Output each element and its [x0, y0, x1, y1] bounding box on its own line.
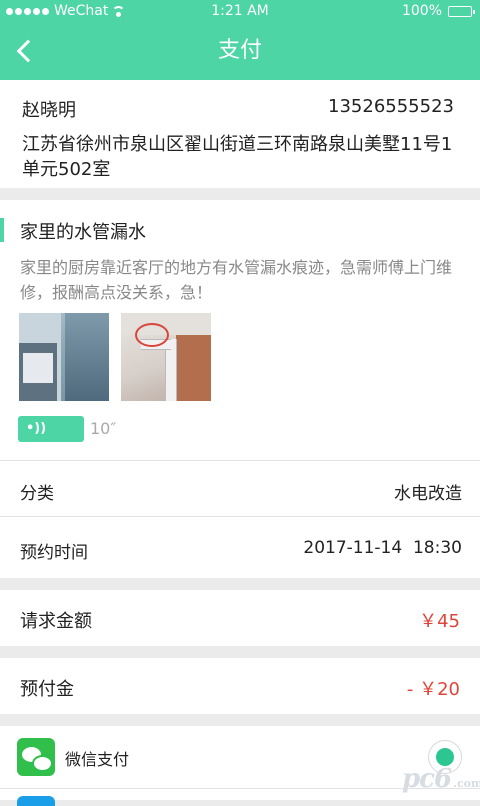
- voice-duration: 10″: [90, 419, 117, 438]
- category-value: 水电改造: [394, 484, 462, 504]
- header: WeChat 1:21 AM 100% 支付: [0, 0, 480, 80]
- divider: [0, 516, 480, 517]
- watermark-logo: pc6 .com: [402, 764, 480, 794]
- deposit-label: 预付金: [20, 679, 74, 700]
- alipay-icon: [17, 796, 55, 806]
- deposit-value: - ￥20: [406, 679, 460, 700]
- appointment-time-value: 2017-11-14 18:30: [303, 538, 462, 558]
- deposit-row: 预付金 - ￥20: [0, 658, 480, 714]
- request-amount-value: ￥45: [419, 611, 460, 632]
- page-title: 支付: [217, 38, 262, 63]
- order-photo-2[interactable]: [121, 313, 211, 401]
- battery-icon: [448, 5, 475, 17]
- status-right: 100%: [401, 0, 475, 22]
- contact-address: 江苏省徐州市泉山区翟山街道三环南路泉山美墅11号1单元502室: [22, 134, 453, 180]
- voice-message-button[interactable]: •)): [18, 416, 84, 442]
- order-title: 家里的水管漏水: [20, 222, 146, 243]
- battery-percent: 100%: [401, 3, 442, 19]
- wechat-pay-icon: [17, 738, 55, 776]
- watermark-sub: .com: [453, 777, 480, 790]
- voice-wave-icon: •)): [26, 421, 47, 436]
- contact-phone: 13526555523: [328, 96, 454, 117]
- appointment-time-label: 预约时间: [20, 543, 88, 563]
- category-label: 分类: [20, 484, 54, 504]
- order-photo-1[interactable]: [19, 313, 109, 401]
- watermark-text: pc6: [402, 764, 452, 794]
- wechat-pay-label: 微信支付: [65, 750, 130, 769]
- divider: [0, 460, 480, 461]
- title-accent-bar: [0, 218, 4, 242]
- order-card: 家里的水管漏水 家里的厨房靠近客厅的地方有水管漏水痕迹，急需师傅上门维修，报酬高…: [0, 200, 480, 578]
- status-bar: WeChat 1:21 AM 100%: [0, 0, 480, 22]
- contact-name: 赵晓明: [22, 100, 76, 121]
- request-amount-row: 请求金额 ￥45: [0, 590, 480, 646]
- request-amount-label: 请求金额: [20, 611, 92, 632]
- address-card[interactable]: 赵晓明 13526555523 江苏省徐州市泉山区翟山街道三环南路泉山美墅11号…: [0, 80, 480, 188]
- order-description: 家里的厨房靠近客厅的地方有水管漏水痕迹，急需师傅上门维修，报酬高点没关系，急！: [20, 258, 453, 302]
